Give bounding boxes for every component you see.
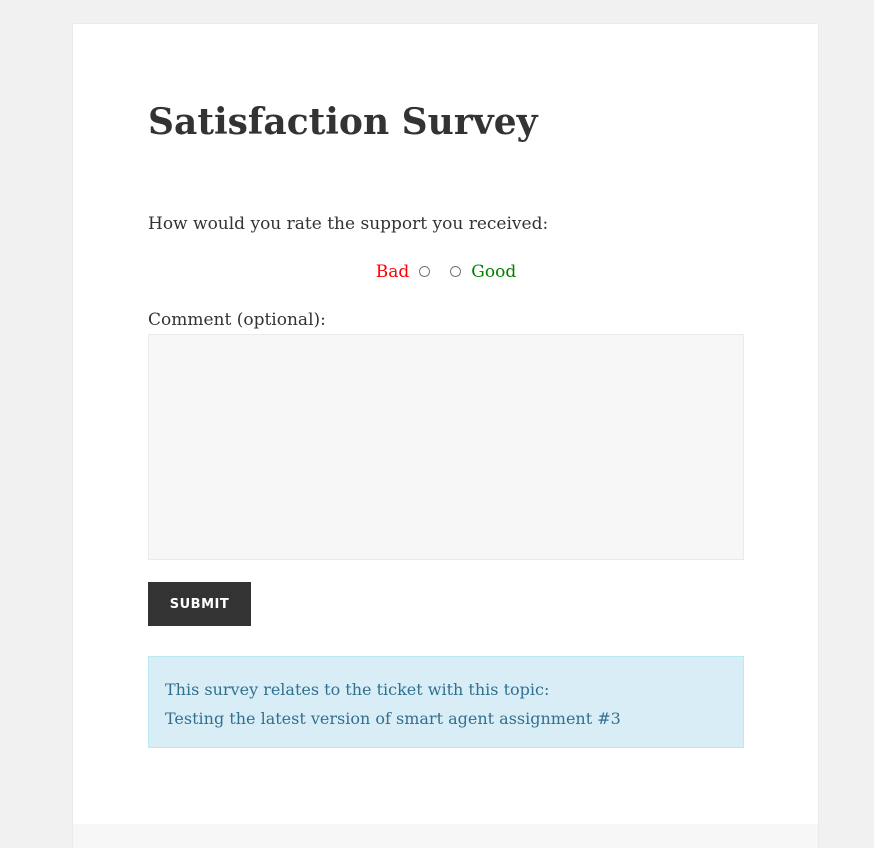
ticket-info-box: This survey relates to the ticket with t… [148,656,744,748]
rating-good-radio[interactable] [450,265,462,277]
survey-card: Satisfaction Survey How would you rate t… [73,24,818,848]
rating-row: Bad Good [148,258,744,286]
rating-good-label: Good [471,262,517,282]
comment-textarea[interactable] [148,334,744,560]
comment-label: Comment (optional): [148,310,326,330]
rating-bad-label: Bad [375,262,410,282]
ticket-info-line1: This survey relates to the ticket with t… [165,680,550,699]
card-footer [73,824,818,848]
submit-button[interactable]: SUBMIT [148,582,251,626]
ticket-info-topic: Testing the latest version of smart agen… [165,709,621,728]
page-title: Satisfaction Survey [148,101,538,143]
rating-bad-radio[interactable] [419,265,431,277]
rating-question: How would you rate the support you recei… [148,214,549,234]
